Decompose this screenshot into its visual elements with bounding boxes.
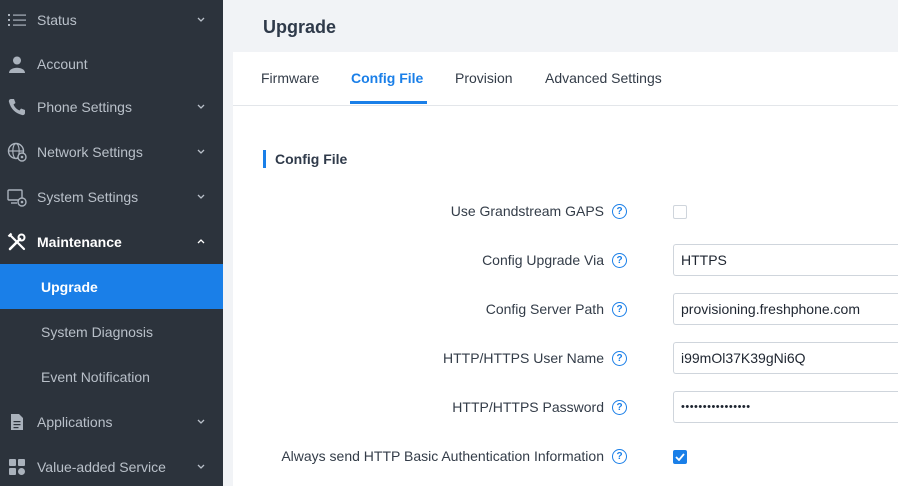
help-icon[interactable]: ?	[612, 400, 627, 415]
basic-auth-label: Always send HTTP Basic Authentication In…	[281, 448, 604, 464]
sidebar-item-label: Status	[37, 11, 77, 28]
sidebar-item-phone-settings[interactable]: Phone Settings	[0, 84, 223, 129]
sidebar-item-label: Upgrade	[41, 278, 98, 295]
active-tab-indicator	[350, 101, 427, 104]
sidebar-item-label: System Settings	[37, 188, 139, 205]
sidebar-subitem-upgrade[interactable]: Upgrade	[0, 264, 223, 309]
config-upgrade-via-select[interactable]: HTTPS	[673, 244, 898, 276]
tools-icon	[7, 232, 27, 252]
password-label: HTTP/HTTPS Password	[452, 399, 604, 415]
user-icon	[7, 54, 27, 74]
use-gaps-label: Use Grandstream GAPS	[450, 203, 604, 219]
sidebar: Status Account Phone Settings Network Se…	[0, 0, 223, 486]
tab-provision[interactable]: Provision	[455, 70, 513, 86]
sidebar-item-label: Phone Settings	[37, 98, 132, 115]
sidebar-item-status[interactable]: Status	[0, 0, 223, 42]
basic-auth-checkbox[interactable]	[673, 450, 687, 464]
network-icon	[7, 142, 27, 162]
tab-bar: Firmware Config File Provision Advanced …	[233, 52, 898, 106]
list-icon	[7, 10, 27, 30]
help-icon[interactable]: ?	[612, 351, 627, 366]
chevron-down-icon	[196, 147, 206, 157]
use-gaps-checkbox[interactable]	[673, 205, 687, 219]
sidebar-item-maintenance[interactable]: Maintenance	[0, 219, 223, 264]
grid-icon	[7, 457, 27, 477]
sidebar-item-label: Maintenance	[37, 233, 122, 250]
sidebar-item-label: Value-added Service	[37, 458, 166, 475]
sidebar-subitem-event-notification[interactable]: Event Notification	[0, 354, 223, 399]
main-panel: Firmware Config File Provision Advanced …	[233, 52, 898, 486]
sidebar-item-value-added-service[interactable]: Value-added Service	[0, 444, 223, 486]
user-name-input[interactable]: i99mOl37K39gNi6Q	[673, 342, 898, 374]
phone-icon	[7, 97, 27, 117]
help-icon[interactable]: ?	[612, 302, 627, 317]
sidebar-subitem-system-diagnosis[interactable]: System Diagnosis	[0, 309, 223, 354]
chevron-down-icon	[196, 462, 206, 472]
sidebar-item-label: Account	[37, 55, 88, 72]
sidebar-item-applications[interactable]: Applications	[0, 399, 223, 444]
password-input[interactable]: ••••••••••••••••	[673, 391, 898, 423]
document-icon	[7, 412, 27, 432]
chevron-down-icon	[196, 15, 206, 25]
system-settings-icon	[7, 187, 27, 207]
sidebar-item-account[interactable]: Account	[0, 41, 223, 86]
checkmark-icon	[675, 453, 685, 461]
sidebar-item-network-settings[interactable]: Network Settings	[0, 129, 223, 174]
chevron-down-icon	[196, 102, 206, 112]
tab-config-file[interactable]: Config File	[351, 70, 423, 86]
tab-advanced-settings[interactable]: Advanced Settings	[545, 70, 662, 86]
help-icon[interactable]: ?	[612, 253, 627, 268]
help-icon[interactable]: ?	[612, 449, 627, 464]
section-title: Config File	[263, 150, 347, 168]
config-upgrade-via-label: Config Upgrade Via	[482, 252, 604, 268]
sidebar-item-label: Network Settings	[37, 143, 143, 160]
chevron-down-icon	[196, 192, 206, 202]
sidebar-item-label: Event Notification	[41, 368, 150, 385]
chevron-up-icon	[196, 237, 206, 247]
user-name-label: HTTP/HTTPS User Name	[442, 350, 604, 366]
sidebar-item-label: System Diagnosis	[41, 323, 154, 340]
config-server-path-label: Config Server Path	[485, 301, 604, 317]
config-server-path-input[interactable]: provisioning.freshphone.com	[673, 293, 898, 325]
chevron-down-icon	[196, 417, 206, 427]
sidebar-item-system-settings[interactable]: System Settings	[0, 174, 223, 219]
sidebar-item-label: Applications	[37, 413, 113, 430]
help-icon[interactable]: ?	[612, 204, 627, 219]
tab-firmware[interactable]: Firmware	[261, 70, 319, 86]
page-title: Upgrade	[263, 17, 337, 37]
